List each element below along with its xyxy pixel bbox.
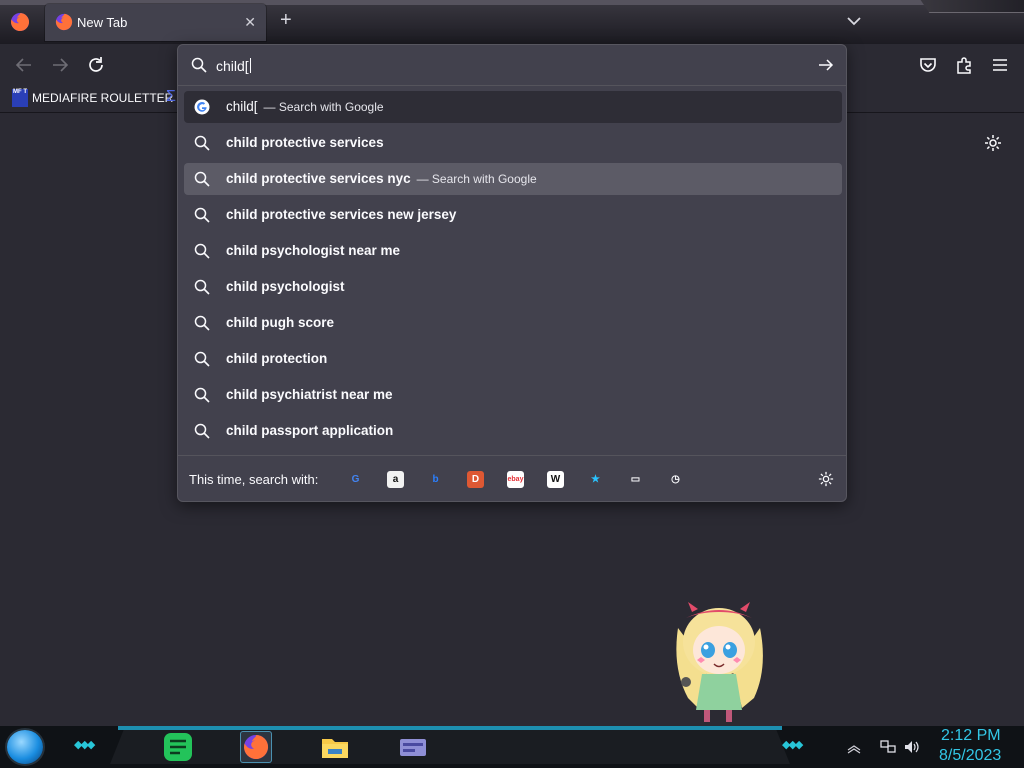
suggestion-text: child protection: [226, 351, 328, 366]
extensions-icon[interactable]: [955, 56, 973, 74]
volume-icon[interactable]: [904, 740, 920, 754]
address-input[interactable]: child[: [216, 58, 251, 74]
suggestion-text: child protective services: [226, 135, 384, 150]
sigma-bookmark-icon[interactable]: Σ: [166, 88, 176, 106]
search-icon: [194, 135, 210, 151]
suggestion-row[interactable]: child psychologist: [184, 271, 842, 303]
reload-icon[interactable]: [87, 56, 105, 74]
suggestion-row[interactable]: child protective services nyc — Search wi…: [184, 163, 842, 195]
amazon-icon[interactable]: a: [387, 471, 404, 488]
bookmark-mediafire-rouletter[interactable]: MEDIAFIRE ROULETTER: [32, 91, 173, 105]
close-tab-icon[interactable]: ✕: [244, 14, 256, 31]
new-tab-button[interactable]: +: [280, 10, 292, 30]
one-off-label: This time, search with:: [189, 472, 319, 487]
system-panel-icon[interactable]: [397, 731, 429, 763]
ebay-icon[interactable]: ebay: [507, 471, 524, 488]
suggestion-text: child[— Search with Google: [226, 99, 384, 114]
chevron-decoration-icon: ◆◆◆: [782, 739, 803, 751]
taskbar-accent-strip: [118, 726, 782, 730]
tab-title: New Tab: [77, 15, 128, 30]
chevron-down-icon[interactable]: [846, 14, 862, 28]
search-icon: [194, 315, 210, 331]
go-arrow-icon[interactable]: [818, 57, 834, 73]
suggestion-row[interactable]: child psychologist near me: [184, 235, 842, 267]
search-icon: [194, 279, 210, 295]
clock-date[interactable]: 8/5/2023: [939, 747, 1001, 765]
search-settings-gear-icon[interactable]: [818, 471, 834, 487]
suggestion-row[interactable]: child psychiatrist near me: [184, 379, 842, 411]
address-input-row[interactable]: child[: [178, 45, 846, 86]
history-icon[interactable]: ◷: [667, 471, 684, 488]
suggestion-row[interactable]: child pugh score: [184, 307, 842, 339]
window-corner-decoration: [920, 0, 1024, 13]
tray-stack-icon[interactable]: [846, 740, 862, 754]
suggestion-row[interactable]: child passport application: [184, 415, 842, 447]
suggestion-text: child pugh score: [226, 315, 335, 330]
suggestion-text: child protective services nyc — Search wi…: [226, 171, 537, 186]
search-icon: [191, 57, 207, 73]
wikipedia-icon[interactable]: W: [547, 471, 564, 488]
gear-icon[interactable]: [984, 134, 1002, 152]
pocket-icon[interactable]: [919, 56, 937, 74]
suggestion-text: child psychologist: [226, 279, 345, 294]
search-icon: [194, 387, 210, 403]
suggestion-row[interactable]: child protective services new jersey: [184, 199, 842, 231]
google-icon: [194, 99, 210, 115]
suggestion-row[interactable]: child protective services: [184, 127, 842, 159]
search-icon: [194, 207, 210, 223]
search-icon: [194, 423, 210, 439]
suggestion-action: — Search with Google: [263, 100, 384, 114]
suggestion-text: child passport application: [226, 423, 394, 438]
duckduckgo-icon[interactable]: D: [467, 471, 484, 488]
file-explorer-icon[interactable]: [319, 731, 351, 763]
taskbar: ◆◆◆ ◆◆◆: [0, 726, 1024, 768]
suggestion-text: child psychiatrist near me: [226, 387, 393, 402]
text-caret: [249, 58, 251, 73]
tabs-icon[interactable]: ▭: [627, 471, 644, 488]
mediafire-favicon-icon: MF T: [12, 89, 28, 107]
desktop-mascot-character: [676, 602, 763, 722]
suggestion-text: child psychologist near me: [226, 243, 401, 258]
notes-app-icon[interactable]: [162, 731, 194, 763]
network-icon[interactable]: [880, 740, 896, 754]
firefox-menu-icon[interactable]: [10, 12, 30, 32]
search-icon: [194, 171, 210, 187]
back-arrow-icon[interactable]: [15, 56, 33, 74]
hamburger-menu-icon[interactable]: [991, 56, 1009, 74]
clock-time[interactable]: 2:12 PM: [941, 727, 1001, 745]
suggestion-action: — Search with Google: [416, 172, 537, 186]
bing-icon[interactable]: b: [427, 471, 444, 488]
one-off-search-bar: This time, search with: Ga b Debay W ★ ▭ ◷: [178, 455, 846, 502]
firefox-taskbar-icon[interactable]: [240, 731, 272, 763]
chevron-decoration-icon: ◆◆◆: [74, 739, 95, 751]
suggestion-row[interactable]: child protection: [184, 343, 842, 375]
start-orb-icon[interactable]: [7, 730, 43, 764]
search-icon: [194, 243, 210, 259]
suggestion-row[interactable]: child[— Search with Google: [184, 91, 842, 123]
address-bar-dropdown: child[ child[— Search with Google child p…: [177, 44, 847, 502]
tab-strip: New Tab ✕ +: [0, 0, 1024, 44]
firefox-icon: [55, 13, 73, 31]
forward-arrow-icon[interactable]: [51, 56, 69, 74]
search-icon: [194, 351, 210, 367]
google-icon[interactable]: G: [347, 471, 364, 488]
bookmarks-star-icon[interactable]: ★: [587, 471, 604, 488]
tab-new-tab[interactable]: New Tab ✕: [45, 4, 266, 41]
taskbar-center-panel: [110, 730, 790, 764]
suggestion-text: child protective services new jersey: [226, 207, 457, 222]
